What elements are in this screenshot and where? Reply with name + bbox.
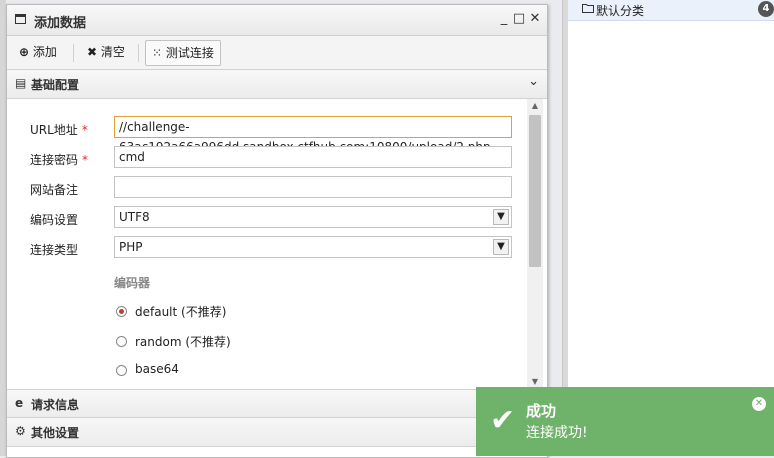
- test-connection-label: 测试连接: [165, 46, 214, 60]
- encoding-select[interactable]: UTF8 ▼: [114, 206, 512, 228]
- document-icon: ▤: [15, 76, 27, 90]
- chevron-down-icon: ⌄: [528, 74, 539, 89]
- add-button[interactable]: ⊕ 添加: [13, 40, 63, 64]
- dialog-title: 添加数据: [34, 16, 87, 31]
- test-connection-button[interactable]: ⁙ 测试连接: [145, 40, 221, 66]
- url-field[interactable]: //challenge-63ac192a66a996dd.sandbox.ctf…: [114, 116, 512, 154]
- clear-button[interactable]: ✖ 清空: [81, 40, 131, 64]
- scroll-up-icon[interactable]: ▲: [527, 99, 543, 113]
- minimize-button[interactable]: _: [497, 11, 511, 26]
- toolbar-divider: [138, 44, 139, 62]
- encoder-base64-label[interactable]: base64: [135, 362, 179, 376]
- chevron-down-icon: ▼: [493, 239, 509, 255]
- encoding-label: 编码设置: [30, 213, 79, 227]
- window-icon: [15, 14, 26, 24]
- toast-message: 连接成功!: [526, 425, 588, 441]
- section-other-title: 其他设置: [31, 426, 80, 440]
- add-button-label: 添加: [32, 45, 57, 59]
- connection-type-label: 连接类型: [30, 243, 79, 257]
- spinner-icon: ⁙: [152, 46, 163, 60]
- encoder-default-radio[interactable]: [116, 306, 127, 317]
- add-data-dialog: 添加数据 _ □ ✕ ⊕ 添加 ✖ 清空 ⁙ 测试连接 ▤ 基础配置 ⌄ URL…: [6, 4, 548, 458]
- close-button[interactable]: ✕: [528, 11, 542, 26]
- gears-icon: ⚙: [15, 424, 26, 438]
- dialog-titlebar[interactable]: 添加数据 _ □ ✕: [7, 5, 547, 36]
- success-toast: ✔ 成功 连接成功! ✕: [476, 387, 774, 456]
- section-basic-config[interactable]: ▤ 基础配置 ⌄: [7, 69, 547, 99]
- category-item-default[interactable]: 默认分类 4: [568, 0, 774, 21]
- dialog-toolbar: ⊕ 添加 ✖ 清空 ⁙ 测试连接: [7, 36, 547, 71]
- checkmark-icon: ✔: [490, 403, 516, 438]
- request-icon: e: [15, 396, 24, 410]
- category-label: 默认分类: [596, 4, 645, 18]
- section-request-title: 请求信息: [31, 398, 80, 412]
- basic-config-content: URL地址* //challenge-63ac192a66a996dd.sand…: [7, 99, 527, 389]
- section-basic-title: 基础配置: [31, 78, 80, 92]
- section-request-info[interactable]: e 请求信息: [7, 389, 547, 419]
- password-label: 连接密码 *: [30, 153, 89, 167]
- encoder-random-radio[interactable]: [116, 336, 127, 347]
- category-count-badge: 4: [758, 1, 774, 17]
- chevron-down-icon: ▼: [493, 209, 509, 225]
- toast-title: 成功: [526, 402, 557, 420]
- x-icon: ✖: [87, 45, 98, 59]
- toolbar-divider: [73, 44, 74, 62]
- encoder-default-label[interactable]: default (不推荐): [135, 303, 226, 320]
- encoding-value: UTF8: [119, 210, 150, 224]
- scrollbar-thumb[interactable]: [529, 115, 541, 267]
- note-field[interactable]: [114, 176, 512, 198]
- encoder-random-label[interactable]: random (不推荐): [135, 333, 231, 350]
- section-other-settings[interactable]: ⚙ 其他设置: [7, 417, 547, 447]
- maximize-button[interactable]: □: [512, 11, 526, 26]
- note-label: 网站备注: [30, 183, 79, 197]
- url-label: URL地址 *: [30, 123, 88, 137]
- plus-circle-icon: ⊕: [19, 45, 30, 59]
- encoder-heading: 编码器: [114, 276, 151, 290]
- connection-type-value: PHP: [119, 240, 143, 254]
- clear-button-label: 清空: [100, 45, 125, 59]
- toast-close-icon[interactable]: ✕: [752, 397, 766, 411]
- password-field[interactable]: cmd: [114, 146, 512, 168]
- encoder-base64-radio[interactable]: [116, 365, 127, 376]
- vertical-scrollbar[interactable]: ▲ ▼: [527, 99, 543, 389]
- connection-type-select[interactable]: PHP ▼: [114, 236, 512, 258]
- folder-icon: [582, 4, 594, 13]
